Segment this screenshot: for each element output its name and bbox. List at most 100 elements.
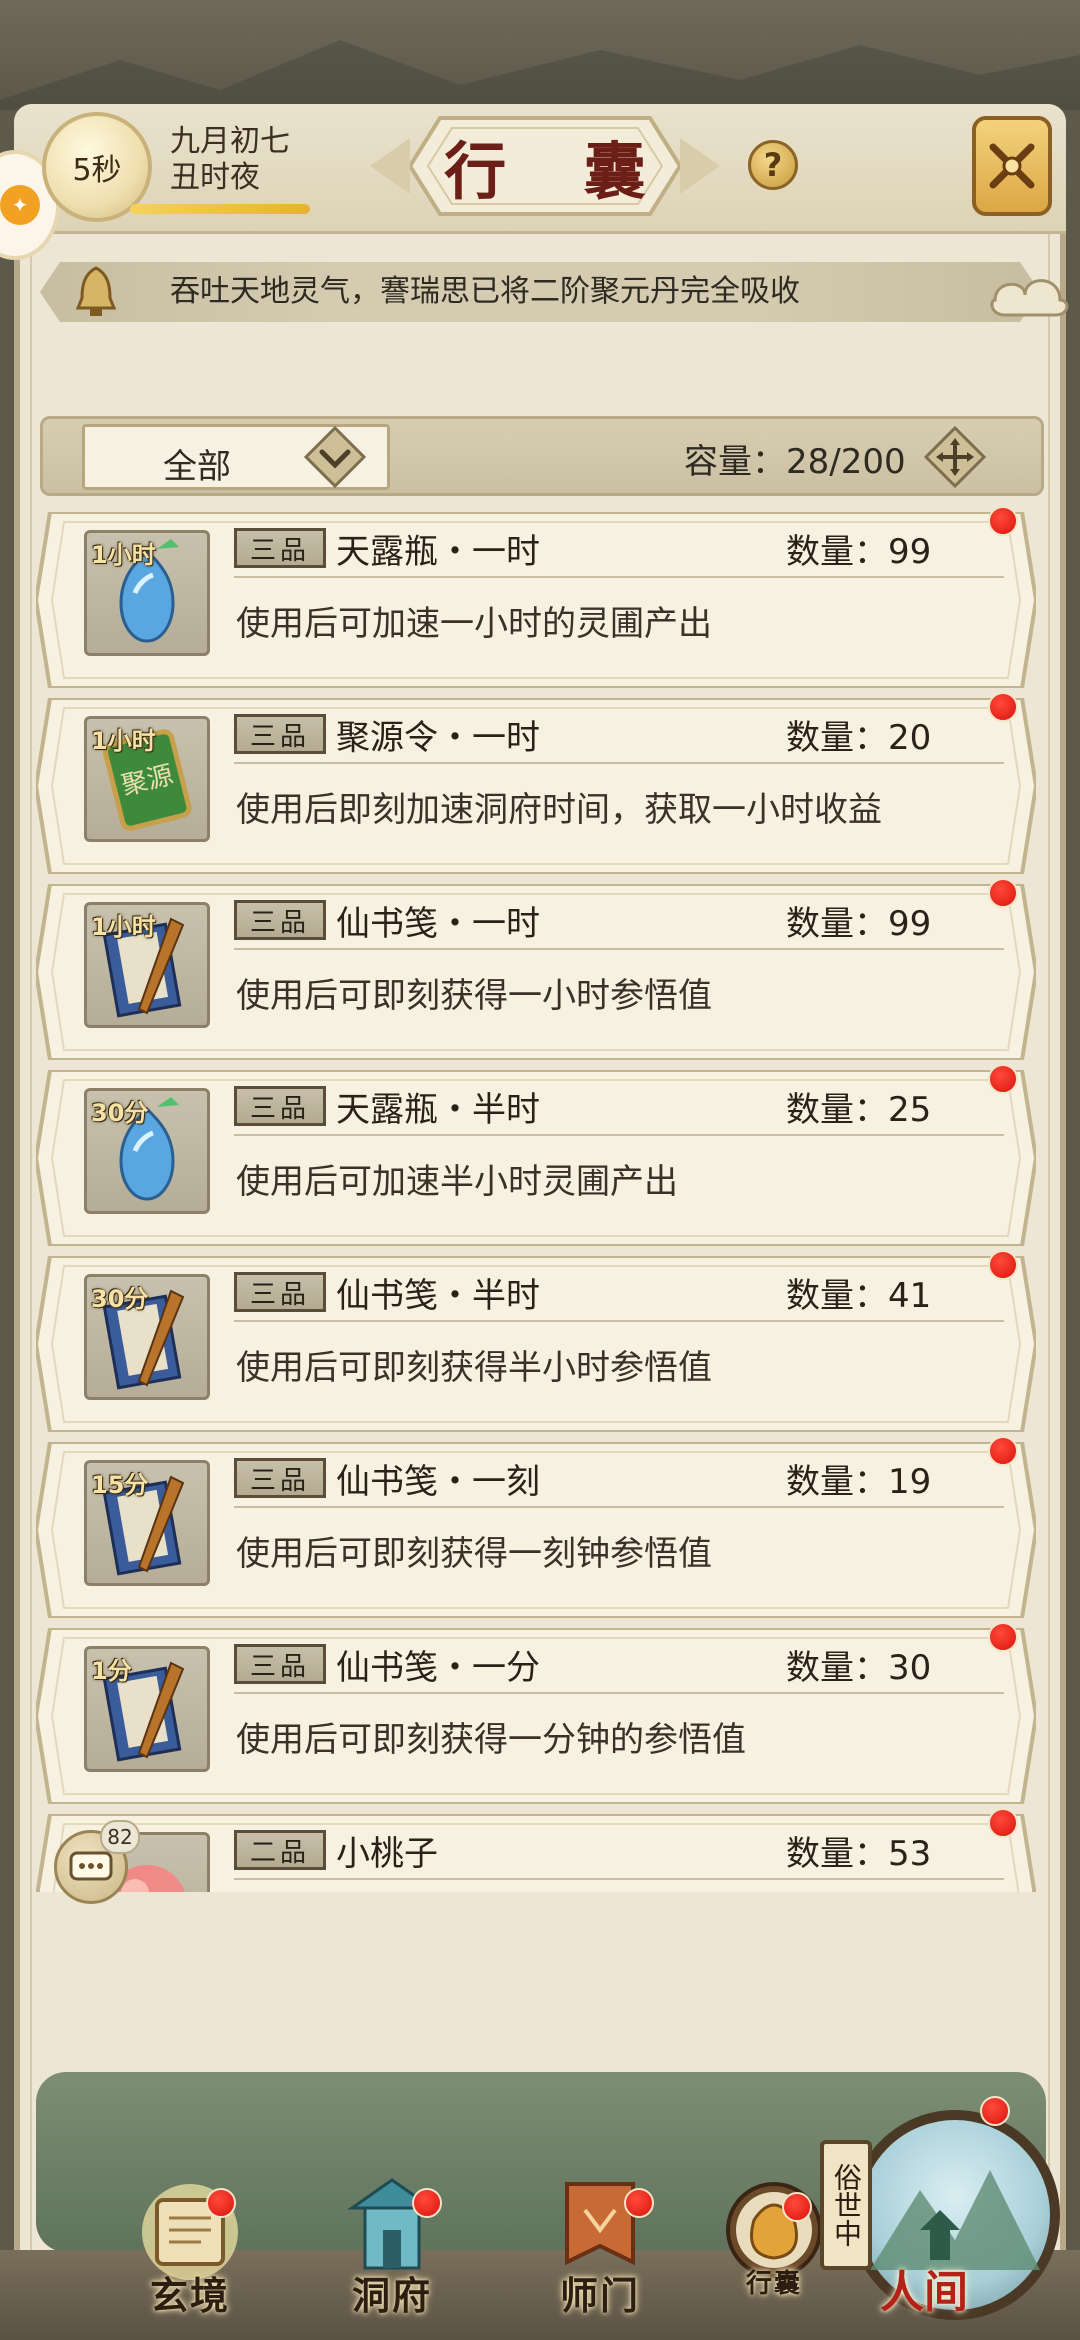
item-card[interactable]: 30分 三品 天露瓶・半时 数量：25 使用后可加速半小时灵圃产出	[36, 1070, 1036, 1246]
item-card[interactable]: 聚源 1小时 三品 聚源令・一时 数量：20 使用后即刻加速洞府时间，获取一小时收益	[36, 698, 1036, 874]
item-grade: 三品	[249, 1093, 310, 1124]
item-grade: 三品	[249, 1465, 310, 1496]
item-name: 天露瓶・半时	[336, 1090, 540, 1130]
item-quantity: 数量：99	[786, 532, 932, 572]
item-quantity: 数量：25	[786, 1090, 932, 1130]
cloud-ornament-icon	[990, 279, 1069, 317]
capacity-label: 容量：28/200	[684, 442, 906, 482]
item-grade-badge: 三品	[234, 900, 326, 940]
item-divider	[234, 1878, 1004, 1880]
nav-xingnang-label: 行囊	[745, 2269, 802, 2299]
item-duration: 30分	[91, 1285, 149, 1313]
item-description: 使用后可即刻获得一刻钟参悟值	[236, 1534, 712, 1574]
item-card[interactable]: 15分 三品 仙书笺・一刻 数量：19 使用后可即刻获得一刻钟参悟值	[36, 1442, 1036, 1618]
time-progress-fill	[130, 204, 310, 214]
item-divider	[234, 1134, 1004, 1136]
item-name: 小桃子	[336, 1834, 438, 1874]
page-title: 行 囊	[444, 135, 674, 208]
item-card[interactable]: 30分 三品 仙书笺・半时 数量：41 使用后可即刻获得半小时参悟值	[36, 1256, 1036, 1432]
item-description: 使用后可即刻获得半小时参悟值	[236, 1348, 712, 1388]
item-name: 仙书笺・半时	[336, 1276, 540, 1316]
nav-xuanjing-badge	[206, 2188, 236, 2218]
item-description: 使用后可即刻获得一小时参悟值	[236, 976, 712, 1016]
scroll-icon	[142, 2184, 238, 2280]
item-quantity: 数量：99	[786, 904, 932, 944]
nav-renjian-label[interactable]: 人间	[880, 2256, 968, 2320]
item-new-badge	[988, 1808, 1018, 1838]
item-divider	[234, 1506, 1004, 1508]
item-divider	[234, 1692, 1004, 1694]
help-icon[interactable]: ?	[748, 140, 798, 190]
title-plaque: 行 囊	[370, 108, 720, 224]
world-portal-badge	[980, 2096, 1010, 2126]
item-quantity: 数量：19	[786, 1462, 932, 1502]
bell-icon	[75, 266, 117, 316]
scroll-book-icon: 30分	[84, 1274, 210, 1400]
nav-shimen-badge	[624, 2188, 654, 2218]
chevron-down-icon[interactable]	[304, 426, 366, 488]
item-card[interactable]: 1小时 三品 天露瓶・一时 数量：99 使用后可加速一小时的灵圃产出	[36, 512, 1036, 688]
item-name: 仙书笺・一时	[336, 904, 540, 944]
item-quantity: 数量：41	[786, 1276, 932, 1316]
close-icon[interactable]	[972, 116, 1052, 216]
item-description: 使用后可加速一小时的灵圃产出	[236, 604, 712, 644]
timer-text: 5秒	[72, 153, 122, 188]
item-new-badge	[988, 878, 1018, 908]
gamepad-icon[interactable]: ✦	[0, 185, 40, 225]
item-duration: 1小时	[91, 727, 156, 755]
date-display: 九月初七 丑时夜	[170, 124, 290, 196]
nav-dongfu-badge	[412, 2188, 442, 2218]
item-divider	[234, 576, 1004, 578]
date-line-1: 九月初七	[170, 124, 290, 159]
help-symbol: ?	[763, 146, 783, 184]
item-divider	[234, 1320, 1004, 1322]
item-duration: 1小时	[91, 541, 156, 569]
item-grade-badge: 三品	[234, 1272, 326, 1312]
nav-xuanjing[interactable]: 玄境	[120, 2170, 260, 2330]
item-grade-badge: 二品	[234, 1830, 326, 1870]
green-token-icon: 聚源 1小时	[84, 716, 210, 842]
item-description: 使用后可即刻获得一分钟的参悟值	[236, 1720, 746, 1760]
item-new-badge	[988, 1064, 1018, 1094]
banner-icon	[565, 2182, 635, 2266]
time-progress-bar	[130, 204, 310, 214]
item-quantity: 数量：30	[786, 1648, 932, 1688]
nav-xingnang[interactable]: 行囊	[714, 2170, 834, 2330]
item-grade: 三品	[249, 907, 310, 938]
item-grade-badge: 三品	[234, 1644, 326, 1684]
scroll-book-icon: 15分	[84, 1460, 210, 1586]
scroll-book-icon: 1分	[84, 1646, 210, 1772]
item-name: 仙书笺・一分	[336, 1648, 540, 1688]
item-description: 使用后即刻加速洞府时间，获取一小时收益	[236, 790, 882, 830]
item-divider	[234, 948, 1004, 950]
item-name: 聚源令・一时	[336, 718, 540, 758]
item-new-badge	[988, 692, 1018, 722]
item-card[interactable]: 1小时 三品 仙书笺・一时 数量：99 使用后可即刻获得一小时参悟值	[36, 884, 1036, 1060]
item-grade: 三品	[249, 535, 310, 566]
item-grade: 二品	[249, 1837, 310, 1868]
item-card[interactable]: 二品 小桃子 数量：53	[36, 1814, 1036, 1892]
item-new-badge	[988, 1436, 1018, 1466]
item-quantity: 数量：53	[786, 1834, 932, 1874]
item-card[interactable]: 1分 三品 仙书笺・一分 数量：30 使用后可即刻获得一分钟的参悟值	[36, 1628, 1036, 1804]
item-duration: 1小时	[91, 913, 156, 941]
item-grade: 三品	[249, 1651, 310, 1682]
item-grade-badge: 三品	[234, 528, 326, 568]
expand-capacity-icon[interactable]	[924, 426, 986, 488]
item-name: 天露瓶・一时	[336, 532, 540, 572]
item-new-badge	[988, 1622, 1018, 1652]
nav-dongfu[interactable]: 洞府	[322, 2170, 462, 2330]
nav-xingnang-badge	[782, 2192, 812, 2222]
item-name: 仙书笺・一刻	[336, 1462, 540, 1502]
nav-shimen-label: 师门	[559, 2273, 640, 2318]
nav-dongfu-label: 洞府	[351, 2273, 432, 2318]
mountain-backdrop	[0, 40, 1080, 110]
item-grade: 三品	[249, 1279, 310, 1310]
item-duration: 1分	[91, 1657, 132, 1685]
item-duration: 30分	[91, 1099, 149, 1127]
item-new-badge	[988, 1250, 1018, 1280]
pavilion-icon	[347, 2178, 437, 2270]
item-grade: 三品	[249, 721, 310, 752]
item-quantity: 数量：20	[786, 718, 932, 758]
nav-shimen[interactable]: 师门	[530, 2170, 670, 2330]
